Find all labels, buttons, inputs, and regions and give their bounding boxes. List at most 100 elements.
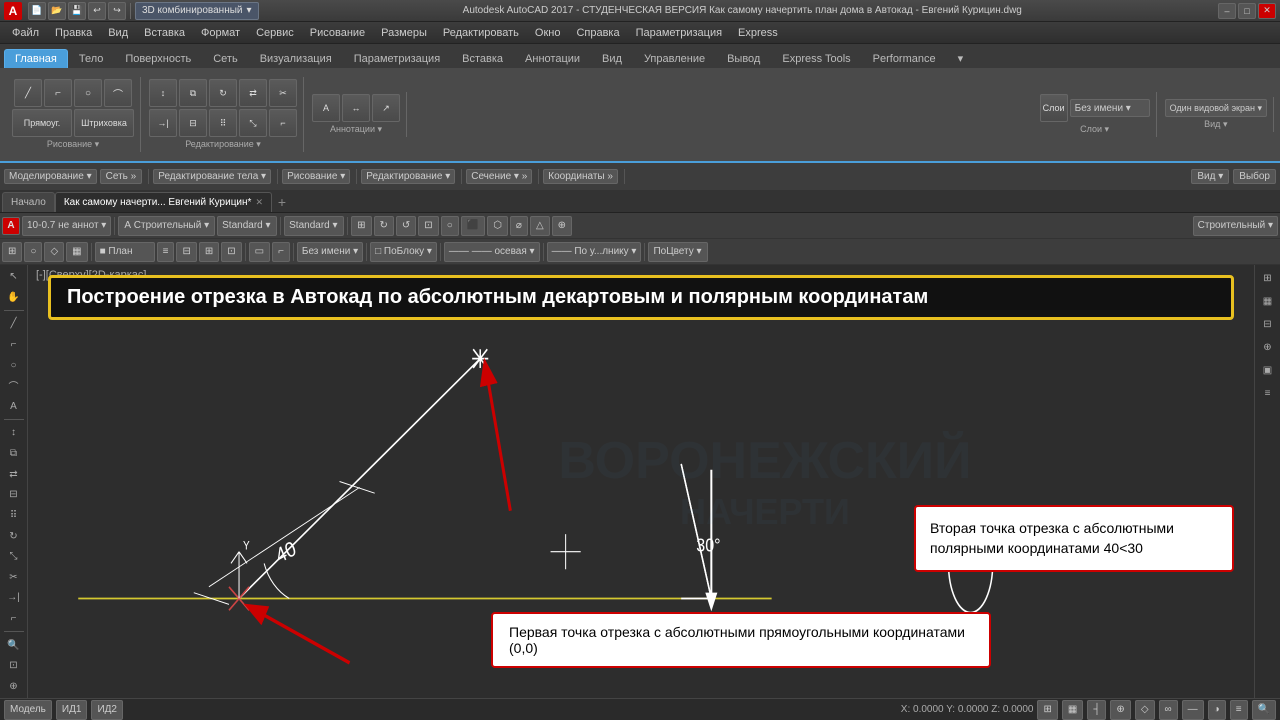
draw-circle-btn[interactable]: ○: [74, 79, 102, 107]
lt-text[interactable]: A: [2, 397, 26, 417]
text-style-dropdown[interactable]: Standard ▾: [217, 216, 277, 236]
net-btn[interactable]: Сеть »: [100, 169, 143, 184]
menu-express[interactable]: Express: [730, 25, 786, 41]
tb-icon1[interactable]: ⊞: [351, 216, 371, 236]
new-tab-btn[interactable]: +: [272, 192, 292, 212]
rt-btn3[interactable]: ⊟: [1256, 313, 1280, 335]
tab-manage[interactable]: Управление: [633, 49, 716, 68]
editing-dropdown[interactable]: Редактирование ▾: [361, 169, 455, 184]
qa-save[interactable]: 💾: [68, 2, 86, 20]
modify-mirror-btn[interactable]: ⇄: [239, 79, 267, 107]
lineweight-btn[interactable]: —: [1182, 700, 1204, 720]
tb4-icon2[interactable]: ○: [24, 242, 42, 262]
draw-polyline-btn[interactable]: ⌐: [44, 79, 72, 107]
rt-btn5[interactable]: ▣: [1256, 359, 1280, 381]
menu-dimensions[interactable]: Размеры: [373, 25, 435, 41]
menu-help[interactable]: Справка: [568, 25, 627, 41]
tb-icon2[interactable]: ↻: [374, 216, 394, 236]
tb4-icon7[interactable]: ⊞: [199, 242, 219, 262]
tb-icon7[interactable]: ⬡: [487, 216, 508, 236]
selection-btn[interactable]: Выбор: [1233, 169, 1276, 184]
modify-scale-btn[interactable]: ⤡: [239, 109, 267, 137]
tb4-icon3[interactable]: ◇: [44, 242, 64, 262]
tab-performance[interactable]: Performance: [862, 49, 947, 68]
close-tab-btn[interactable]: ✕: [255, 197, 263, 208]
named-view-dropdown[interactable]: Строительный ▾: [1193, 216, 1278, 236]
view-btn[interactable]: Вид ▾: [1191, 169, 1229, 184]
tab-params[interactable]: Параметризация: [343, 49, 451, 68]
tb-icon9[interactable]: △: [530, 216, 550, 236]
menu-edit[interactable]: Правка: [47, 25, 100, 41]
lt-circle[interactable]: ○: [2, 355, 26, 375]
draw-arc-btn[interactable]: ⌒: [104, 79, 132, 107]
lt-extend[interactable]: →|: [2, 588, 26, 608]
drawing-dropdown[interactable]: Рисование ▾: [282, 169, 350, 184]
tb4-icon9[interactable]: ▭: [249, 242, 270, 262]
menu-file[interactable]: Файл: [4, 25, 47, 41]
linetype-dropdown[interactable]: —— —— осевая ▾: [444, 242, 540, 262]
layer-plan-dropdown[interactable]: ■ План: [95, 242, 155, 262]
close-btn[interactable]: ✕: [1258, 3, 1276, 19]
tb-icon4[interactable]: ⊡: [418, 216, 438, 236]
rt-btn4[interactable]: ⊕: [1256, 336, 1280, 358]
modify-move-btn[interactable]: ↕: [149, 79, 177, 107]
lt-scale[interactable]: ⤡: [2, 547, 26, 567]
annotate-text-btn[interactable]: A: [312, 94, 340, 122]
menu-window[interactable]: Окно: [527, 25, 569, 41]
lt-select[interactable]: ↖: [2, 267, 26, 287]
dim-style-dropdown[interactable]: Standard ▾: [284, 216, 344, 236]
qa-undo[interactable]: ↩: [88, 2, 106, 20]
tb4-icon5[interactable]: ≡: [157, 242, 175, 262]
tb4-icon6[interactable]: ⊟: [176, 242, 196, 262]
lt-copy[interactable]: ⧉: [2, 444, 26, 464]
annotate-dim-btn[interactable]: ↔: [342, 94, 370, 122]
modify-fillet-btn[interactable]: ⌐: [269, 109, 297, 137]
tb-icon3[interactable]: ↺: [396, 216, 416, 236]
modify-extend-btn[interactable]: →|: [149, 109, 177, 137]
tab-insert[interactable]: Вставка: [451, 49, 514, 68]
menu-insert[interactable]: Вставка: [136, 25, 193, 41]
lt-zoom[interactable]: 🔍: [2, 635, 26, 655]
layer-btn[interactable]: Слои: [1040, 94, 1068, 122]
tb-icon8[interactable]: ⌀: [510, 216, 528, 236]
lt-arc[interactable]: ⌒: [2, 376, 26, 396]
tb4-icon4[interactable]: ▦: [66, 242, 87, 262]
canvas-area[interactable]: [-][Сверху][2D-каркас] ВОРОНЕЖСКИЙ НАЧЕР…: [28, 265, 1254, 698]
maximize-btn[interactable]: □: [1238, 3, 1256, 19]
model-tab[interactable]: Модель: [4, 700, 52, 720]
layout2-tab[interactable]: ИД2: [91, 700, 123, 720]
polar-btn[interactable]: ⊕: [1110, 700, 1130, 720]
lt-trim[interactable]: ✂: [2, 568, 26, 588]
tb-icon10[interactable]: ⊕: [552, 216, 572, 236]
rt-btn1[interactable]: ⊞: [1256, 267, 1280, 289]
menu-draw[interactable]: Рисование: [302, 25, 373, 41]
menu-view[interactable]: Вид: [100, 25, 136, 41]
zoom-realtime-btn[interactable]: 🔍: [1252, 700, 1276, 720]
modify-array-btn[interactable]: ⠿: [209, 109, 237, 137]
minimize-btn[interactable]: –: [1218, 3, 1236, 19]
tab-output[interactable]: Вывод: [716, 49, 771, 68]
block-color-dropdown[interactable]: □ ПоБлоку ▾: [370, 242, 437, 262]
modelling-dropdown[interactable]: Моделирование ▾: [4, 169, 97, 184]
otrack-btn[interactable]: ∞: [1159, 700, 1178, 720]
modify-offset-btn[interactable]: ⊟: [179, 109, 207, 137]
lt-snap[interactable]: ⊕: [2, 677, 26, 697]
qa-new[interactable]: 📄: [28, 2, 46, 20]
tb4-icon1[interactable]: ⊞: [2, 242, 22, 262]
ortho-btn[interactable]: ┤: [1087, 700, 1106, 720]
lt-fillet[interactable]: ⌐: [2, 609, 26, 629]
tb-icon5[interactable]: ○: [441, 216, 459, 236]
workspace-dropdown[interactable]: 3D комбинированный ▾: [135, 2, 259, 20]
lt-rotate[interactable]: ↻: [2, 526, 26, 546]
tab-surface[interactable]: Поверхность: [114, 49, 202, 68]
menu-params[interactable]: Параметризация: [628, 25, 730, 41]
snap-btn[interactable]: ⊞: [1037, 700, 1057, 720]
coords-dropdown[interactable]: Координаты »: [543, 169, 618, 184]
plot-style-dropdown[interactable]: ПоЦвету ▾: [648, 242, 708, 262]
viewport-dropdown[interactable]: Один видовой экран ▾: [1165, 99, 1267, 117]
layer-name-dropdown[interactable]: Без имени ▾: [1070, 99, 1150, 117]
lt-zoom-all[interactable]: ⊡: [2, 656, 26, 676]
lt-pan[interactable]: ✋: [2, 288, 26, 308]
body-edit-dropdown[interactable]: Редактирование тела ▾: [153, 169, 271, 184]
menu-service[interactable]: Сервис: [248, 25, 302, 41]
